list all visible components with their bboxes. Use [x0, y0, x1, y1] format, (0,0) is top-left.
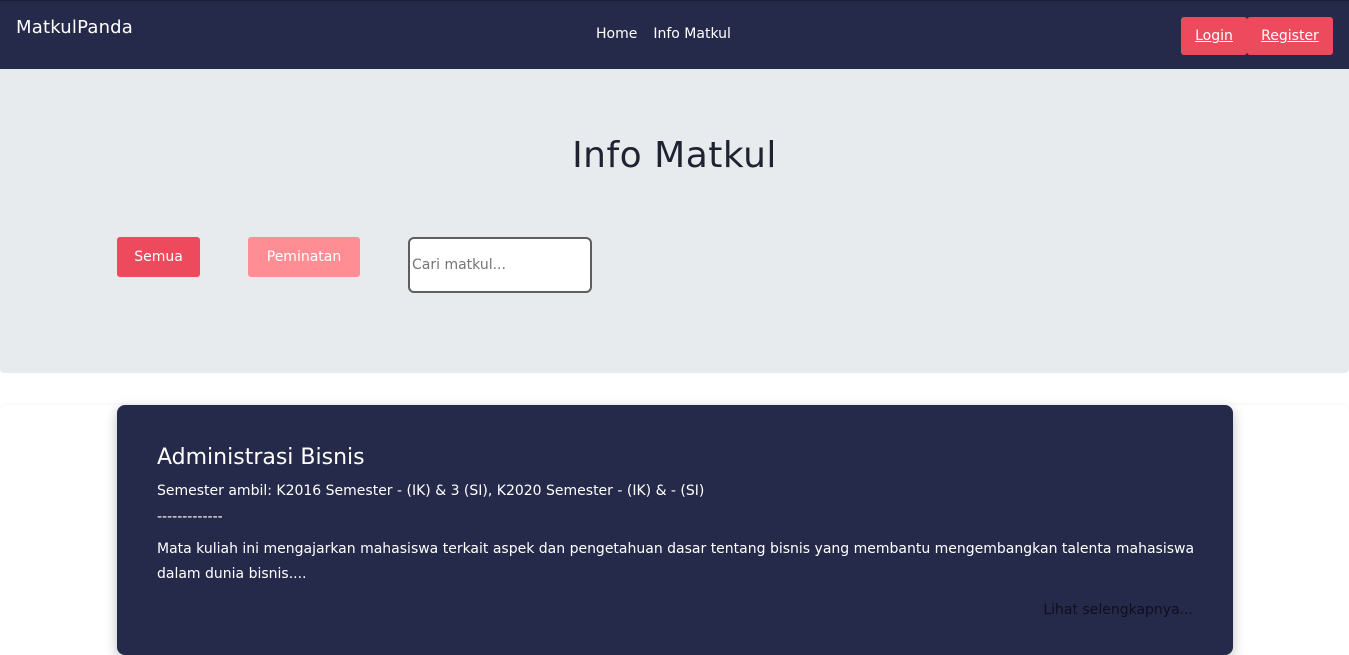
course-list: Administrasi Bisnis Semester ambil: K201… [0, 405, 1349, 655]
see-more-link[interactable]: Lihat selengkapnya... [1043, 602, 1193, 618]
brand-logo[interactable]: MatkulPanda [16, 17, 133, 38]
register-button[interactable]: Register [1247, 17, 1333, 55]
course-semester: Semester ambil: K2016 Semester - (IK) & … [157, 483, 705, 499]
nav-links: Home Info Matkul [596, 26, 731, 42]
filter-all-button[interactable]: Semua [117, 237, 200, 277]
top-navbar: MatkulPanda Home Info Matkul Login Regis… [0, 0, 1349, 69]
page-title: Info Matkul [572, 135, 777, 176]
course-description: Mata kuliah ini mengajarkan mahasiswa te… [157, 541, 1195, 582]
nav-link-info-matkul[interactable]: Info Matkul [653, 26, 731, 42]
filter-specialization-button[interactable]: Peminatan [248, 237, 360, 277]
auth-buttons: Login Register [1181, 17, 1333, 55]
hero-section: Info Matkul Semua Peminatan [0, 69, 1349, 373]
course-title: Administrasi Bisnis [157, 445, 365, 470]
nav-link-home[interactable]: Home [596, 26, 637, 42]
search-input[interactable] [408, 237, 592, 293]
login-button[interactable]: Login [1181, 17, 1247, 55]
course-card: Administrasi Bisnis Semester ambil: K201… [117, 405, 1233, 655]
course-divider: ------------- [157, 509, 223, 525]
